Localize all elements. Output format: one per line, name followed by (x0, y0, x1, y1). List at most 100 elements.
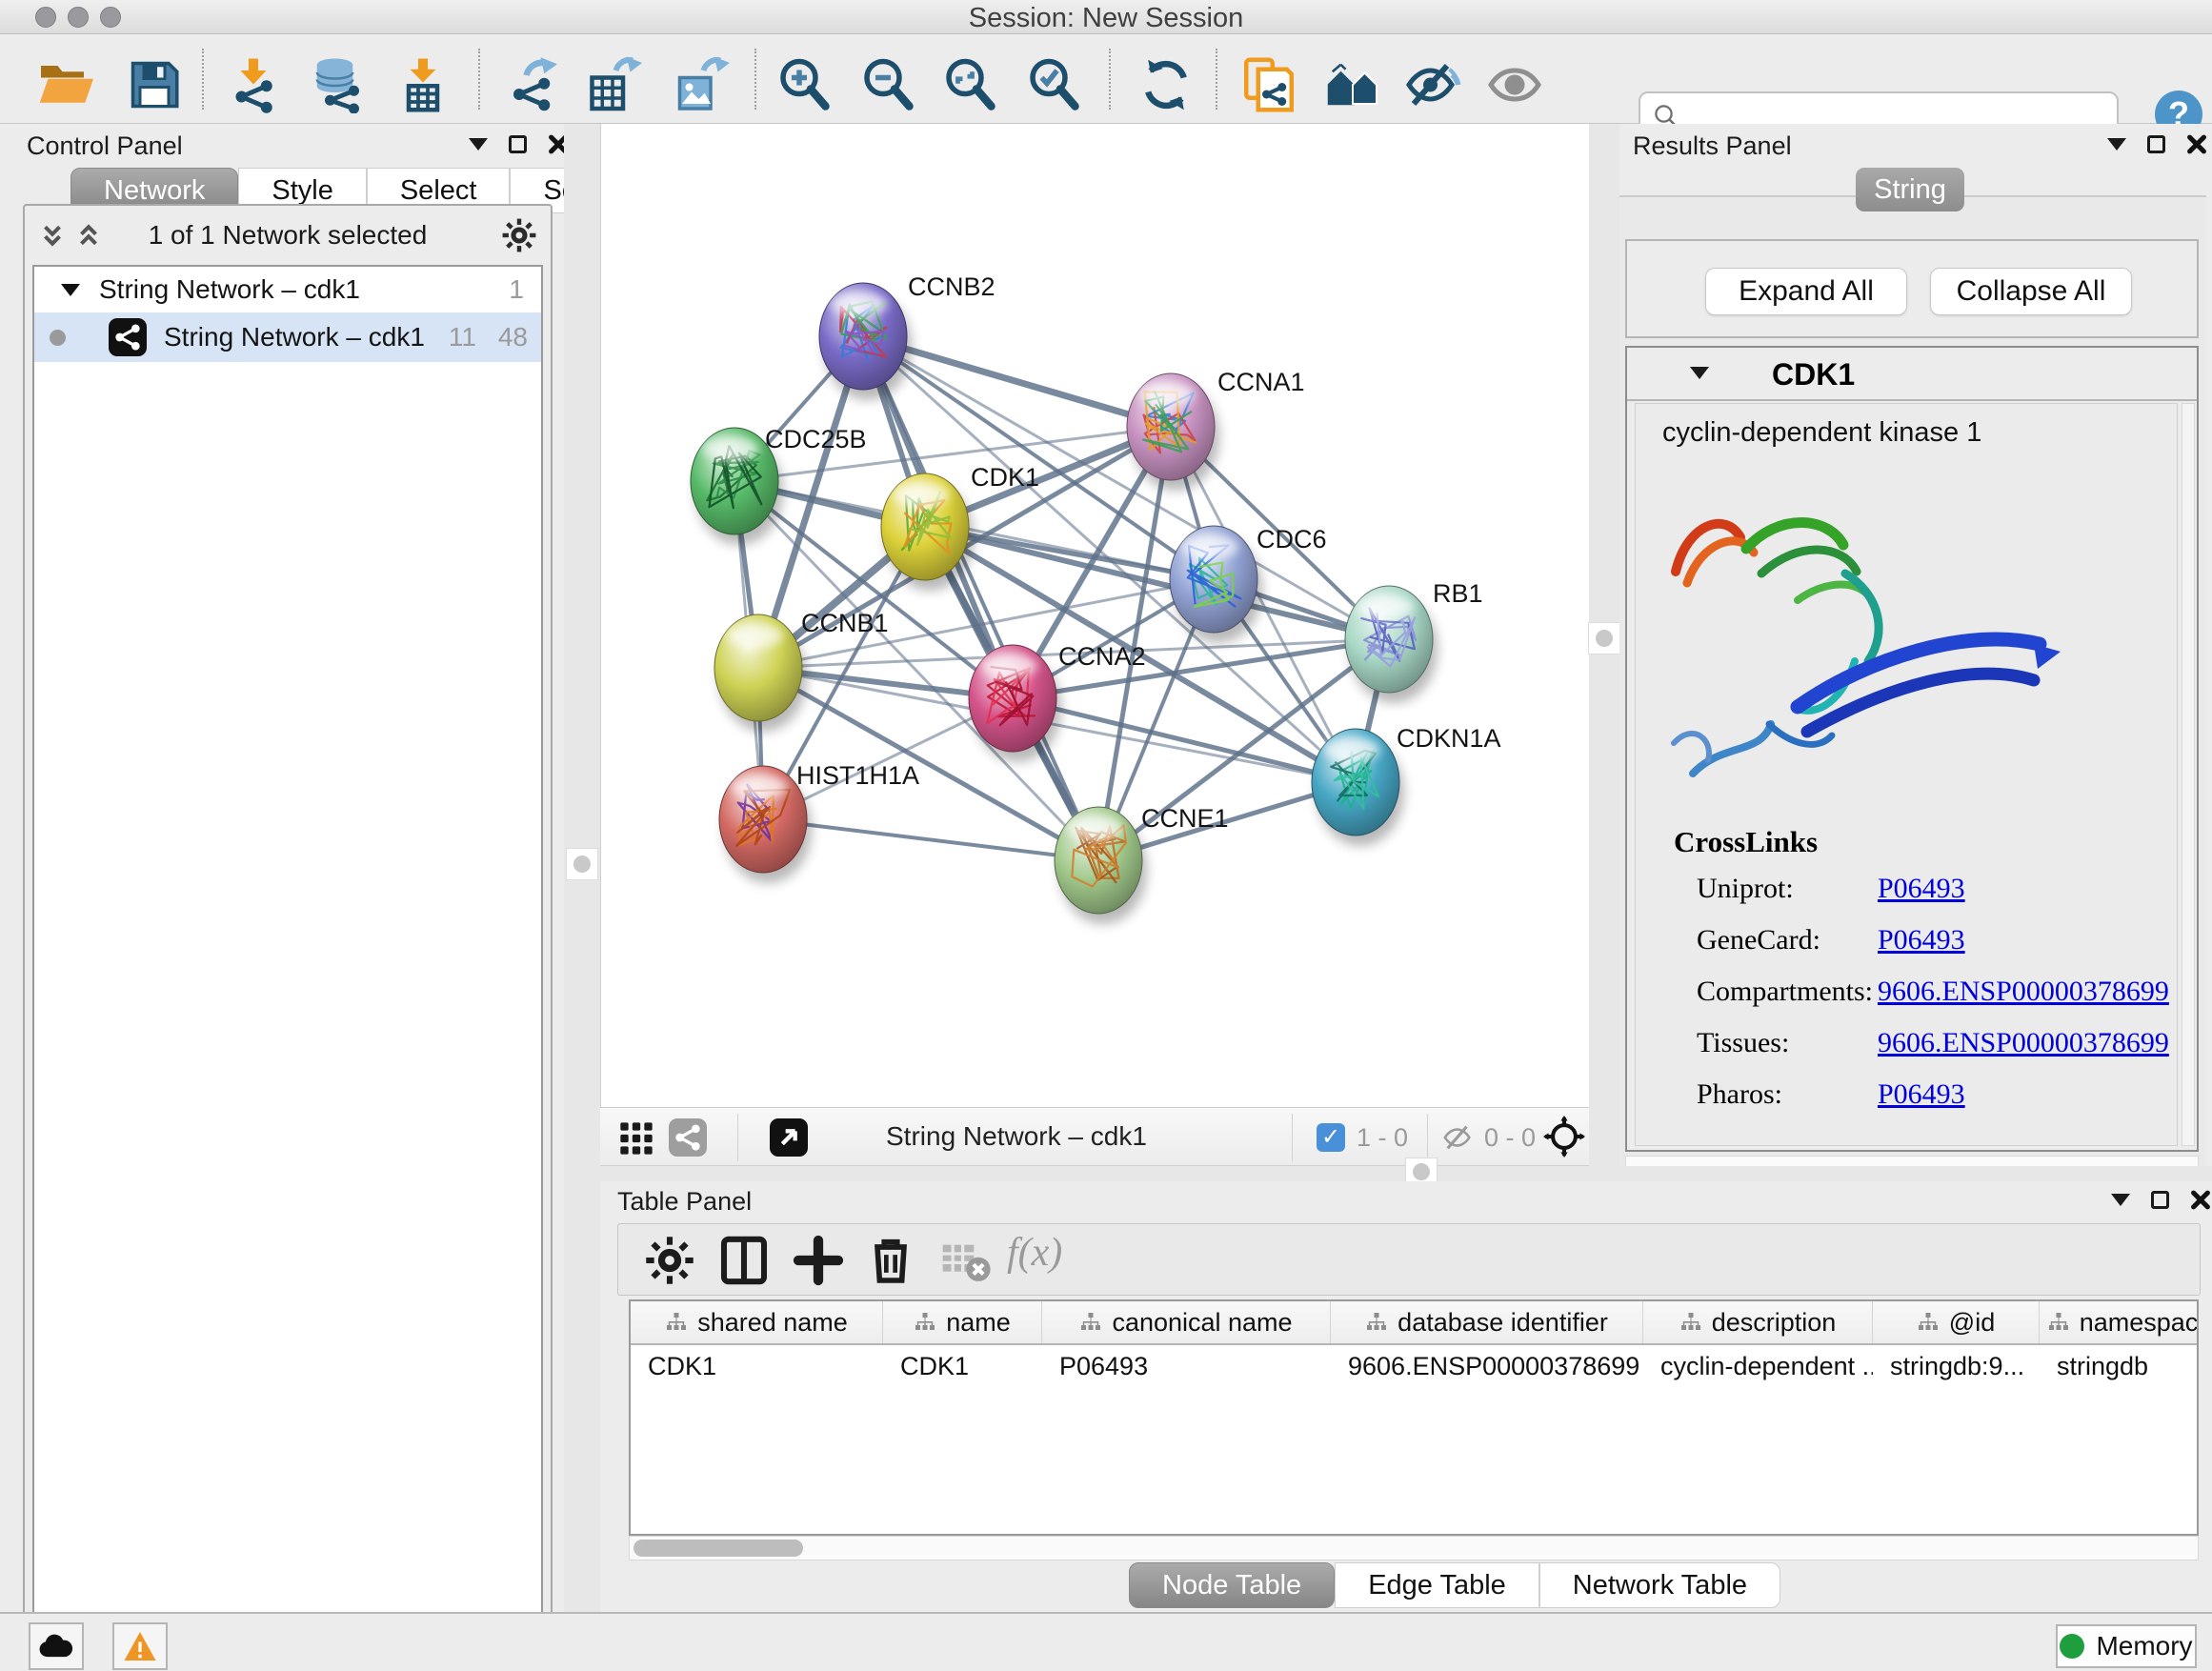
network-collection-row[interactable]: String Network – cdk1 1 (34, 267, 541, 312)
column-label: database identifier (1398, 1308, 1608, 1338)
create-column-button[interactable] (792, 1234, 845, 1287)
section-collapse-icon[interactable] (1690, 367, 1709, 379)
panel-close-icon[interactable] (2190, 1189, 2211, 1210)
column-label: namespace (2080, 1308, 2199, 1338)
show-hidden-button[interactable] (1486, 56, 1543, 113)
zoom-fit-button[interactable] (941, 56, 998, 113)
refresh-button[interactable] (1137, 56, 1195, 113)
hidden-eye-icon[interactable] (1440, 1121, 1477, 1154)
hide-selected-button[interactable] (1404, 56, 1461, 113)
zoom-out-button[interactable] (859, 56, 916, 113)
delete-column-button[interactable] (864, 1234, 917, 1287)
network-node-CCNB2[interactable] (819, 283, 912, 400)
save-icon (126, 56, 183, 113)
scrollbar-thumb[interactable] (633, 1540, 803, 1557)
table-cell: cyclin-dependent ... (1643, 1345, 1873, 1387)
table-settings-button[interactable] (643, 1234, 696, 1287)
crosslink-link[interactable]: P06493 (1878, 873, 1965, 905)
panel-float-icon[interactable] (509, 135, 527, 153)
splitter-grip[interactable] (1588, 622, 1620, 654)
network-view-icon[interactable] (669, 1118, 707, 1157)
detach-view-icon[interactable] (770, 1118, 808, 1157)
export-table-button[interactable] (585, 56, 642, 113)
delete-table-button[interactable] (938, 1234, 992, 1287)
network-node-CDK1[interactable] (881, 473, 974, 591)
show-columns-button[interactable] (717, 1234, 771, 1287)
left-splitter[interactable] (564, 124, 600, 1612)
splitter-grip[interactable] (566, 848, 598, 880)
crosslink-link[interactable]: 9606.ENSP00000378699 (1878, 1027, 2169, 1059)
panel-menu-icon[interactable] (469, 138, 488, 151)
selected-checkbox[interactable]: ✓ (1317, 1123, 1345, 1152)
right-splitter[interactable] (1589, 124, 1619, 1166)
zoom-selected-button[interactable] (1025, 56, 1082, 113)
crosslink-label: Compartments: (1697, 976, 1873, 1007)
collapse-all-button[interactable]: Collapse All (1930, 268, 2132, 315)
panel-float-icon[interactable] (2147, 135, 2165, 153)
network-row-selected[interactable]: String Network – cdk1 11 48 (34, 312, 541, 362)
database-network-icon (309, 56, 366, 113)
export-network-button[interactable] (505, 56, 562, 113)
results-vertical-scrollbar[interactable] (2182, 403, 2195, 1146)
tree-expand-icon[interactable] (61, 284, 80, 296)
import-network-database-button[interactable] (309, 56, 366, 113)
birds-eye-icon[interactable] (1543, 1116, 1585, 1158)
warnings-button[interactable] (112, 1622, 168, 1670)
panel-menu-icon[interactable] (2107, 138, 2126, 151)
panel-close-icon[interactable] (2186, 133, 2207, 154)
network-node-CCNA2[interactable] (969, 645, 1061, 762)
expand-all-button[interactable]: Expand All (1705, 268, 1907, 315)
tab-node-table[interactable]: Node Table (1129, 1562, 1335, 1608)
edge-HIST1H1A-CCNE1[interactable] (763, 819, 1098, 860)
crosslink-label: Pharos: (1697, 1078, 1782, 1110)
column-header-shared-name[interactable]: shared name (631, 1301, 883, 1343)
function-builder-button[interactable]: f(x) (1007, 1230, 1112, 1283)
network-node-CCNB1[interactable] (714, 614, 807, 732)
tab-string[interactable]: String (1856, 168, 1964, 211)
crosslink-link[interactable]: P06493 (1878, 924, 1965, 956)
column-header-namespace[interactable]: namespace (2040, 1301, 2199, 1343)
network-node-CDKN1A[interactable] (1312, 729, 1404, 846)
crosslink-link[interactable]: 9606.ENSP00000378699 (1878, 976, 2169, 1008)
column-header-database-identifier[interactable]: database identifier (1331, 1301, 1643, 1343)
bottom-splitter[interactable] (600, 1166, 2212, 1181)
network-canvas[interactable]: CCNB2CCNA1CDC25BCDK1CDC6RB1CCNB1CCNA2CDK… (600, 124, 1589, 1107)
crosslink-link[interactable]: P06493 (1878, 1078, 1965, 1111)
node-label-HIST1H1A: HIST1H1A (796, 761, 919, 790)
cloud-status-button[interactable] (29, 1622, 84, 1670)
panel-float-icon[interactable] (2151, 1191, 2169, 1209)
selected-count: 1 - 0 (1357, 1123, 1408, 1153)
gear-icon[interactable] (501, 217, 537, 253)
import-table-button[interactable] (394, 56, 452, 113)
crosslink-label: GeneCard: (1697, 924, 1820, 956)
network-node-RB1[interactable] (1345, 586, 1438, 703)
duplicate-network-button[interactable] (1240, 56, 1297, 113)
node-label-CDC6: CDC6 (1257, 525, 1327, 554)
column-label: canonical name (1112, 1308, 1292, 1338)
open-session-button[interactable] (36, 56, 93, 113)
column-header--id[interactable]: @id (1873, 1301, 2040, 1343)
table-row[interactable]: CDK1CDK1P064939606.ENSP00000378699cyclin… (631, 1345, 2197, 1387)
tab-network-table[interactable]: Network Table (1539, 1562, 1780, 1608)
zoom-in-button[interactable] (775, 56, 833, 113)
memory-button[interactable]: Memory (2056, 1624, 2197, 1668)
crosslink-row: Tissues:9606.ENSP00000378699 (1697, 1027, 1789, 1059)
column-header-name[interactable]: name (883, 1301, 1042, 1343)
tab-edge-table[interactable]: Edge Table (1335, 1562, 1539, 1608)
network-type-icon (109, 318, 147, 356)
network-node-CCNE1[interactable] (1055, 807, 1147, 924)
show-all-networks-button[interactable] (1324, 56, 1381, 113)
table-horizontal-scrollbar[interactable] (629, 1536, 2199, 1560)
column-header-canonical-name[interactable]: canonical name (1042, 1301, 1331, 1343)
import-network-file-button[interactable] (225, 56, 282, 113)
column-header-description[interactable]: description (1643, 1301, 1873, 1343)
panel-menu-icon[interactable] (2111, 1194, 2130, 1206)
separator (1292, 1114, 1293, 1161)
refresh-icon (1137, 56, 1195, 113)
node-section-header[interactable]: CDK1 (1627, 348, 2197, 401)
export-image-button[interactable] (673, 56, 730, 113)
table-body: CDK1CDK1P064939606.ENSP00000378699cyclin… (631, 1345, 2197, 1387)
grid-mode-icon[interactable] (617, 1119, 655, 1158)
save-session-button[interactable] (126, 56, 183, 113)
node-details-section: CDK1 cyclin-dependent kinase 1 (1625, 346, 2199, 1152)
